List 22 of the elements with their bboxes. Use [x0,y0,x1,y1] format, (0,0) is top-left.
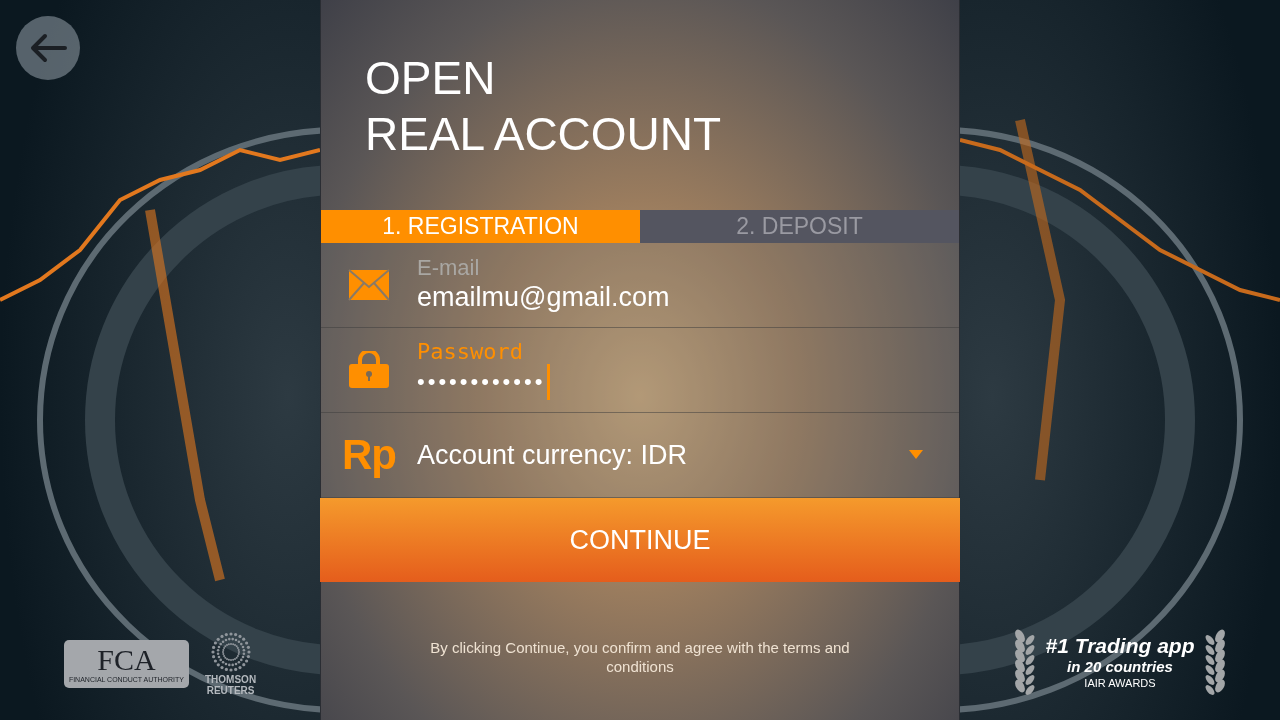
logo-letters: FCA [97,644,156,676]
step-tab[interactable]: 1. REGISTRATION [321,210,640,243]
award-subline: in 20 countries [1067,658,1173,676]
email-input[interactable]: emailmu@gmail.com [417,280,670,314]
field-label: E-mail [417,256,481,280]
terms-notice: By clicking Continue, you confirm and agree with the terms and conditions [429,638,851,676]
award-headline: #1 Trading app [1045,634,1195,658]
continue-button[interactable]: CONTINUE [320,498,960,582]
field-label: Password [417,340,524,364]
logo-text: THOMSON REUTERS [205,674,257,696]
step-tab[interactable]: 2. DEPOSIT [640,210,959,243]
arrow-left-icon [29,33,67,63]
password-input[interactable]: •••••••••••• [417,365,546,399]
dropdown-caret-icon[interactable] [909,450,923,460]
page-title: OPEN [365,51,497,106]
currency-symbol: Rp [342,431,396,479]
envelope-icon [348,269,390,301]
dotted-circle-logo-icon [210,632,251,672]
page-title: REAL ACCOUNT [365,107,723,162]
padlock-icon [348,351,390,389]
award-source: IAIR AWARDS [1084,676,1156,690]
currency-dropdown[interactable]: Account currency: IDR [417,438,688,472]
